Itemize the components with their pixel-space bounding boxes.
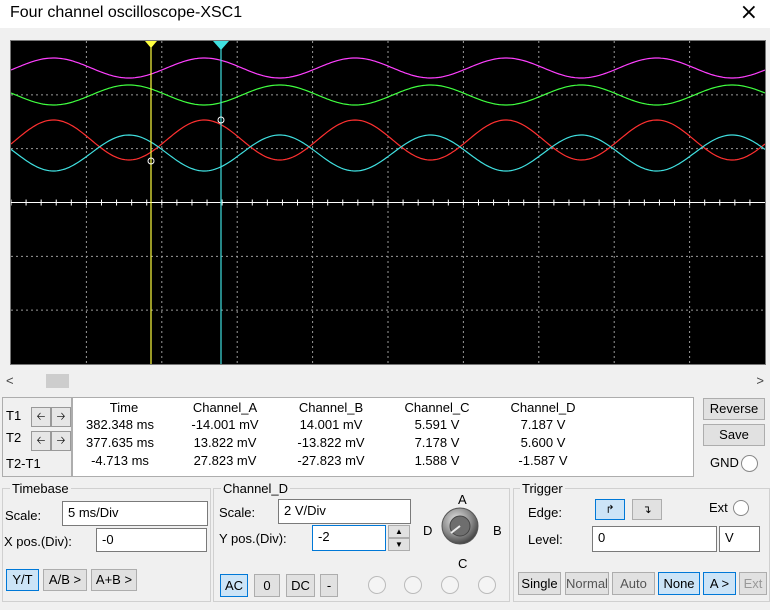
a-plus-b-mode-button[interactable]: A+B > xyxy=(91,569,137,591)
falling-edge-icon[interactable]: ↴ xyxy=(632,499,662,520)
scroll-thumb[interactable] xyxy=(46,374,69,388)
normal-mode-button[interactable]: Normal xyxy=(565,572,609,595)
trigger-level-label: Level: xyxy=(528,532,563,547)
timebase-xpos-label: X pos.(Div): xyxy=(4,534,72,549)
channel-scale-input[interactable]: 2 V/Div xyxy=(278,499,411,524)
header-channel-a: Channel_A xyxy=(192,400,258,415)
channel-ypos-label: Y pos.(Div): xyxy=(219,531,287,546)
cursor-t2-marker-icon xyxy=(213,41,229,50)
cursor-t1-marker-icon xyxy=(145,41,157,48)
t2-channel-d: 5.600 V xyxy=(520,435,566,450)
reverse-button[interactable]: Reverse xyxy=(703,398,765,420)
window-title: Four channel oscilloscope-XSC1 xyxy=(10,4,243,21)
t1-time: 382.348 ms xyxy=(86,417,154,432)
t2-channel-a: 13.822 mV xyxy=(193,435,257,450)
t1-channel-b: 14.001 mV xyxy=(299,417,363,432)
knob-label-c: C xyxy=(458,556,468,571)
channel-radio-1[interactable] xyxy=(368,576,386,594)
diff-channel-d: -1.587 V xyxy=(518,453,568,468)
rising-edge-icon[interactable]: ↱ xyxy=(595,499,625,520)
channel-radio-4[interactable] xyxy=(478,576,496,594)
channel-scale-label: Scale: xyxy=(219,505,256,520)
t1-channel-c: 5.591 V xyxy=(414,417,460,432)
trigger-level-unit[interactable]: V xyxy=(719,526,760,552)
waveform-display xyxy=(11,41,765,364)
channel-selector-knob-icon[interactable] xyxy=(440,506,480,546)
t2-t1-label: T2-T1 xyxy=(6,456,41,471)
trigger-edge-label: Edge: xyxy=(528,505,562,520)
channel-ypos-input[interactable]: -2 xyxy=(312,525,386,551)
diff-time: -4.713 ms xyxy=(91,453,149,468)
channel-radio-2[interactable] xyxy=(404,576,422,594)
trigger-ext-radio[interactable] xyxy=(733,500,749,516)
single-mode-button[interactable]: Single xyxy=(518,572,561,595)
diff-channel-b: -27.823 mV xyxy=(297,453,365,468)
header-time: Time xyxy=(109,400,139,415)
scroll-left-icon[interactable]: < xyxy=(6,373,14,388)
trigger-level-input[interactable]: 0 xyxy=(592,526,717,552)
t2-time: 377.635 ms xyxy=(86,435,154,450)
knob-label-a: A xyxy=(458,492,467,507)
header-channel-b: Channel_B xyxy=(298,400,364,415)
t1-left-arrow-icon[interactable]: 🡠 xyxy=(31,407,51,427)
channel-radio-3[interactable] xyxy=(441,576,459,594)
oscilloscope-screen[interactable] xyxy=(10,40,766,365)
trigger-ext-label: Ext xyxy=(709,500,728,515)
horizontal-scrollbar[interactable]: < > xyxy=(0,372,770,390)
t1-channel-a: -14.001 mV xyxy=(191,417,259,432)
timebase-scale-label: Scale: xyxy=(5,508,42,523)
none-mode-button[interactable]: None xyxy=(658,572,700,595)
gnd-label: GND xyxy=(710,455,739,470)
t2-channel-c: 7.178 V xyxy=(414,435,460,450)
gnd-radio[interactable] xyxy=(741,455,758,472)
scroll-right-icon[interactable]: > xyxy=(756,373,764,388)
ab-mode-button[interactable]: A/B > xyxy=(43,569,87,591)
cursor-controls: T1 🡠 🡢 T2 🡠 🡢 T2-T1 xyxy=(2,397,72,477)
t1-channel-d: 7.187 V xyxy=(520,417,566,432)
yt-mode-button[interactable]: Y/T xyxy=(6,569,39,591)
ypos-down-icon[interactable]: ▼ xyxy=(388,538,410,551)
channel-title: Channel_D xyxy=(221,481,291,496)
timebase-title: Timebase xyxy=(10,481,71,496)
diff-channel-c: 1.588 V xyxy=(414,453,460,468)
diff-channel-a: 27.823 mV xyxy=(193,453,257,468)
t1-label: T1 xyxy=(6,408,22,423)
ext-trigger-button[interactable]: Ext xyxy=(739,572,767,595)
zero-coupling-button[interactable]: 0 xyxy=(254,574,280,597)
timebase-xpos-input[interactable]: -0 xyxy=(96,528,207,552)
auto-mode-button[interactable]: Auto xyxy=(612,572,655,595)
minus-button[interactable]: - xyxy=(320,574,338,597)
dc-coupling-button[interactable]: DC xyxy=(286,574,315,597)
timebase-scale-input[interactable]: 5 ms/Div xyxy=(62,501,208,526)
readout-table: Time Channel_A Channel_B Channel_C Chann… xyxy=(72,397,694,477)
close-icon[interactable]: × xyxy=(740,0,758,25)
ypos-up-icon[interactable]: ▲ xyxy=(388,525,410,538)
header-channel-c: Channel_C xyxy=(404,400,470,415)
ac-coupling-button[interactable]: AC xyxy=(220,574,248,597)
save-button[interactable]: Save xyxy=(703,424,765,446)
t2-label: T2 xyxy=(6,430,22,445)
knob-label-b: B xyxy=(493,523,502,538)
title-bar: Four channel oscilloscope-XSC1 × xyxy=(0,0,770,28)
t2-left-arrow-icon[interactable]: 🡠 xyxy=(31,431,51,451)
trigger-title: Trigger xyxy=(520,481,565,496)
knob-label-d: D xyxy=(423,523,433,538)
a-trigger-button[interactable]: A > xyxy=(703,572,736,595)
header-channel-d: Channel_D xyxy=(510,400,576,415)
t2-channel-b: -13.822 mV xyxy=(297,435,365,450)
